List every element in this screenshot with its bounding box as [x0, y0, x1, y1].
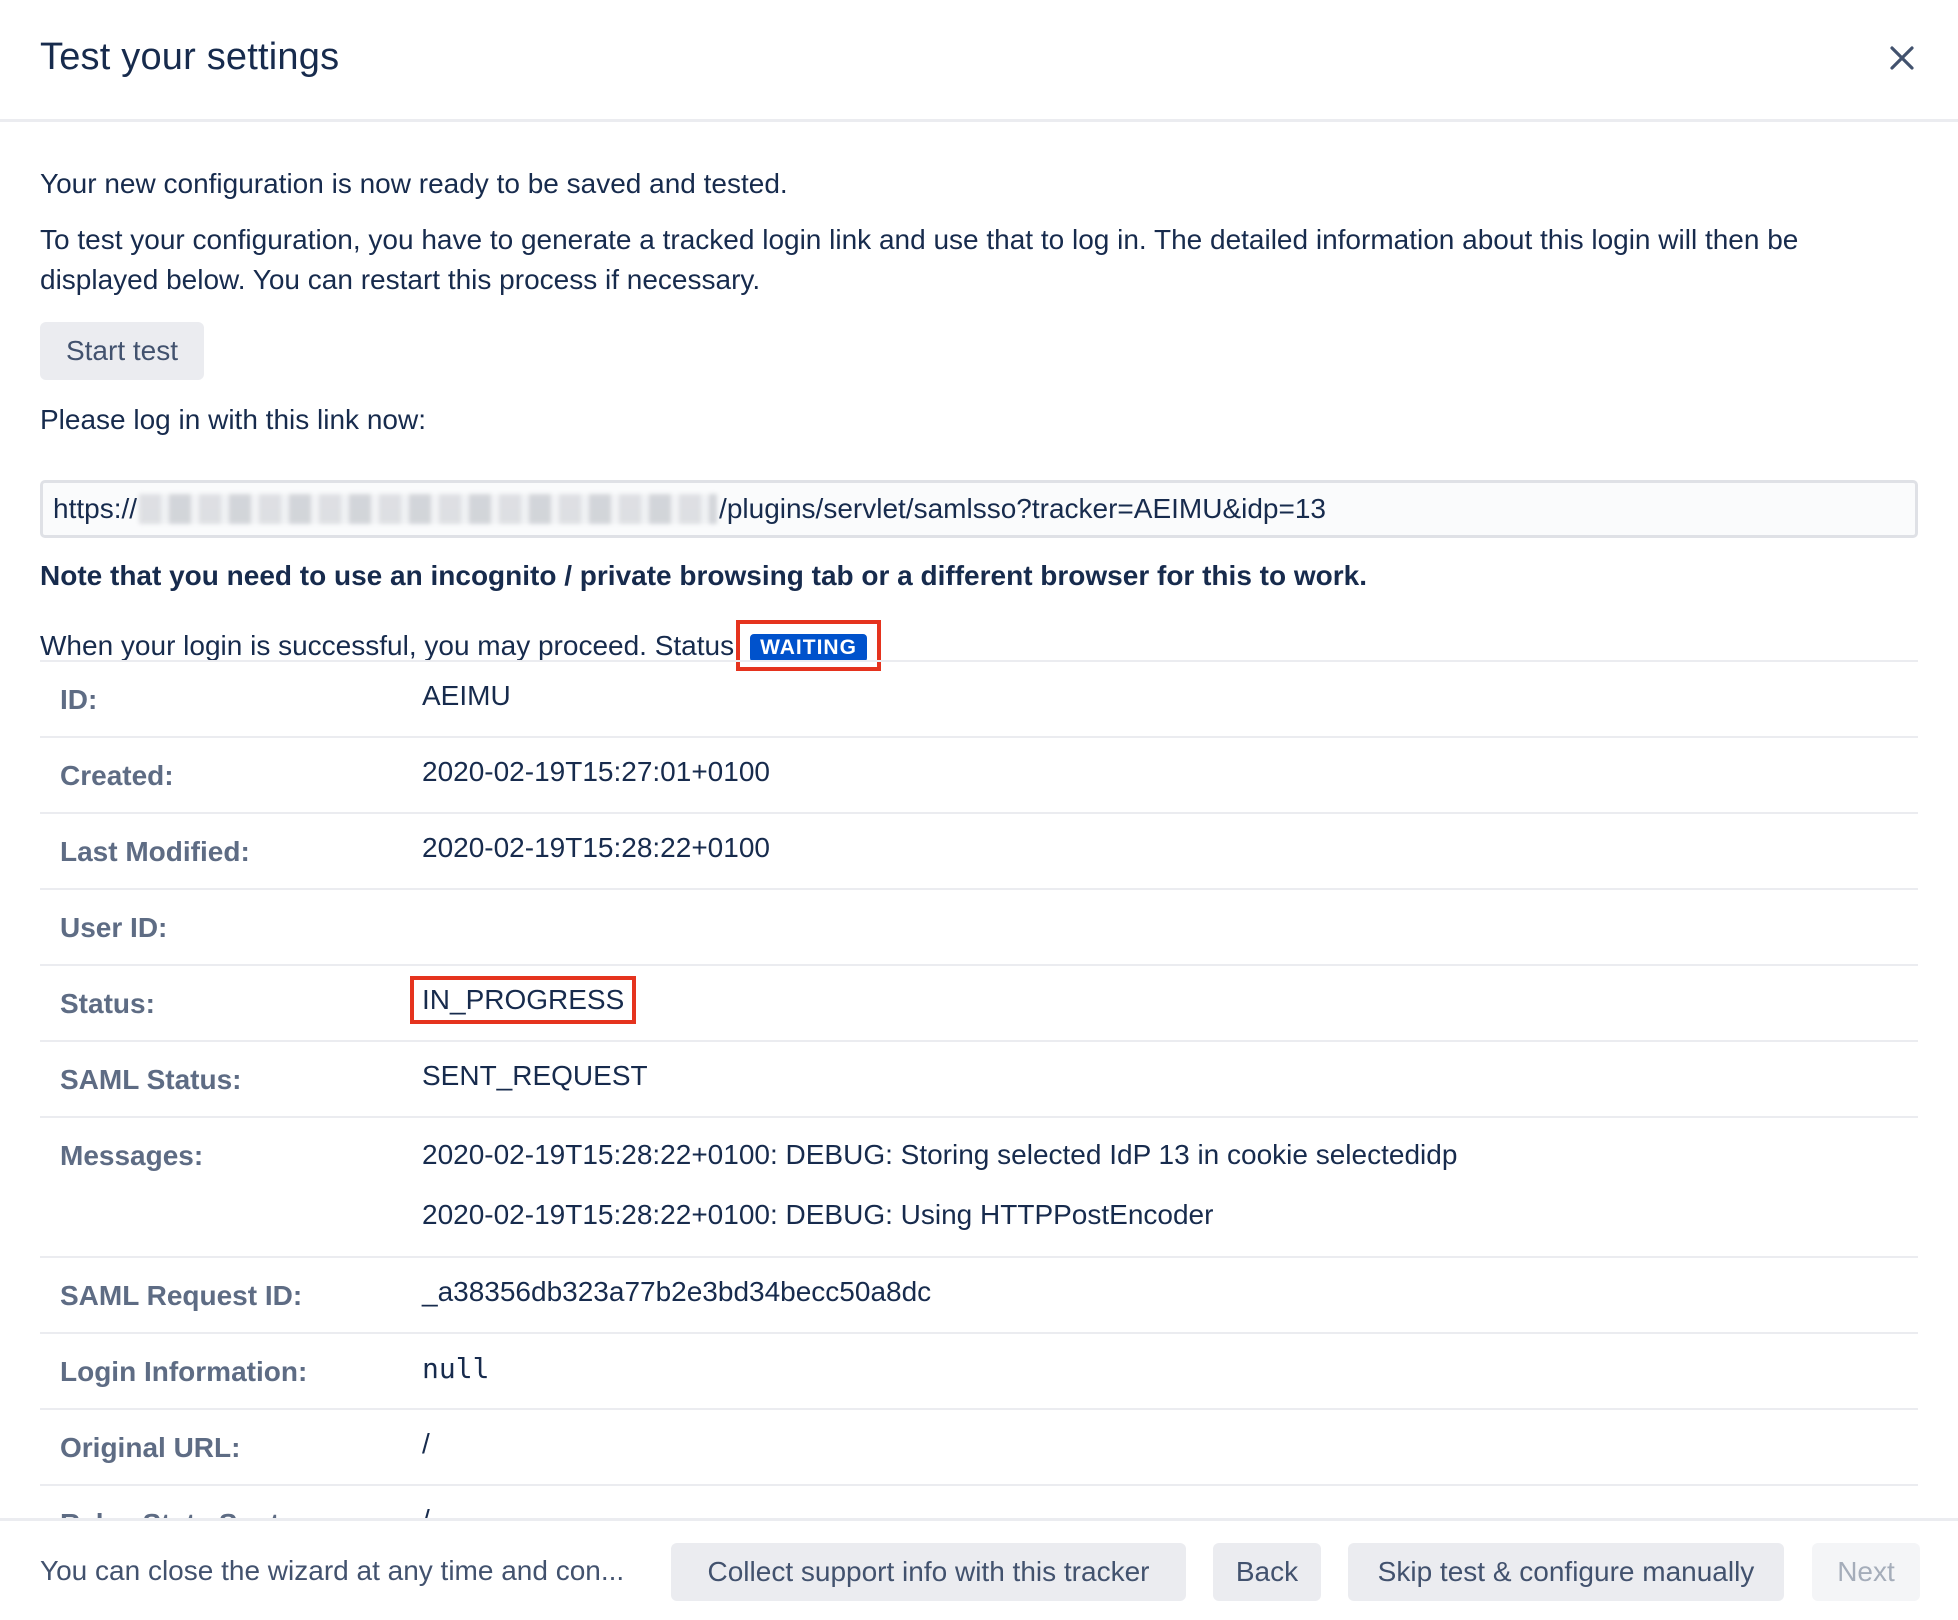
collect-support-info-button[interactable]: Collect support info with this tracker [671, 1543, 1186, 1601]
saml-status-value: SENT_REQUEST [422, 1060, 648, 1091]
relay-state-label: Relay State Sent: [40, 1485, 422, 1518]
last-modified-value: 2020-02-19T15:28:22+0100 [422, 832, 770, 863]
tracked-login-link-field[interactable]: https:// /plugins/servlet/samlsso?tracker… [40, 480, 1918, 538]
table-row: Original URL: / [40, 1409, 1918, 1485]
redacted-host [139, 494, 718, 524]
dialog-footer: You can close the wizard at any time and… [0, 1518, 1958, 1620]
message-item: 2020-02-19T15:28:22+0100: DEBUG: Using H… [422, 1199, 1214, 1230]
created-label: Created: [60, 760, 174, 791]
ready-text: Your new configuration is now ready to b… [40, 168, 788, 199]
messages-list: 2020-02-19T15:28:22+0100: DEBUG: Storing… [422, 1117, 1918, 1257]
table-row: Status: IN_PROGRESS [40, 965, 1918, 1041]
status-label: Status: [60, 988, 155, 1019]
login-information-label: Login Information: [60, 1356, 308, 1387]
status-badge: WAITING [750, 634, 867, 662]
id-value: AEIMU [422, 680, 511, 711]
original-url-label: Original URL: [60, 1432, 241, 1463]
id-label: ID: [60, 684, 98, 715]
table-row: SAML Request ID: _a38356db323a77b2e3bd34… [40, 1257, 1918, 1333]
back-button[interactable]: Back [1213, 1543, 1321, 1601]
table-row: SAML Status: SENT_REQUEST [40, 1041, 1918, 1117]
saml-status-label: SAML Status: [60, 1064, 242, 1095]
message-item: 2020-02-19T15:28:22+0100: DEBUG: Storing… [422, 1139, 1458, 1170]
relay-state-value: / [422, 1485, 1918, 1518]
original-url-value: / [422, 1428, 430, 1459]
login-information-value: null [422, 1352, 490, 1385]
link-prompt: Please log in with this link now: [40, 404, 426, 435]
table-row: Login Information: null [40, 1333, 1918, 1409]
close-button[interactable] [1880, 36, 1924, 80]
table-row: ID: AEIMU [40, 661, 1918, 737]
table-row: Relay State Sent: / [40, 1485, 1918, 1518]
dialog-body: Your new configuration is now ready to b… [40, 122, 1918, 1518]
incognito-note: Note that you need to use an incognito /… [40, 560, 1368, 591]
footer-hint: You can close the wizard at any time and… [40, 1555, 625, 1586]
user-id-label: User ID: [60, 912, 168, 943]
messages-label: Messages: [60, 1140, 204, 1171]
next-button[interactable]: Next [1812, 1543, 1920, 1601]
start-test-button[interactable]: Start test [40, 322, 204, 380]
status-value: IN_PROGRESS [410, 976, 637, 1024]
table-row: User ID: [40, 889, 1918, 965]
dialog-header: Test your settings [0, 0, 1958, 122]
last-modified-label: Last Modified: [60, 836, 250, 867]
dialog-title: Test your settings [40, 36, 340, 78]
tracker-details-table: ID: AEIMU Created: 2020-02-19T15:27:01+0… [40, 660, 1918, 1518]
instructions-text: To test your configuration, you have to … [40, 224, 1799, 295]
table-row: Last Modified: 2020-02-19T15:28:22+0100 [40, 813, 1918, 889]
skip-test-button[interactable]: Skip test & configure manually [1348, 1543, 1784, 1601]
link-suffix: /plugins/servlet/samlsso?tracker=AEIMU&i… [719, 493, 1326, 524]
table-row: Created: 2020-02-19T15:27:01+0100 [40, 737, 1918, 813]
user-id-value [422, 889, 1918, 965]
status-line-text: When your login is successful, you may p… [40, 629, 735, 661]
link-prefix: https:// [53, 493, 138, 524]
created-value: 2020-02-19T15:27:01+0100 [422, 756, 770, 787]
table-row: Messages: 2020-02-19T15:28:22+0100: DEBU… [40, 1117, 1918, 1257]
saml-request-id-label: SAML Request ID: [60, 1280, 303, 1311]
close-icon [1890, 46, 1914, 70]
saml-request-id-value: _a38356db323a77b2e3bd34becc50a8dc [422, 1276, 932, 1307]
